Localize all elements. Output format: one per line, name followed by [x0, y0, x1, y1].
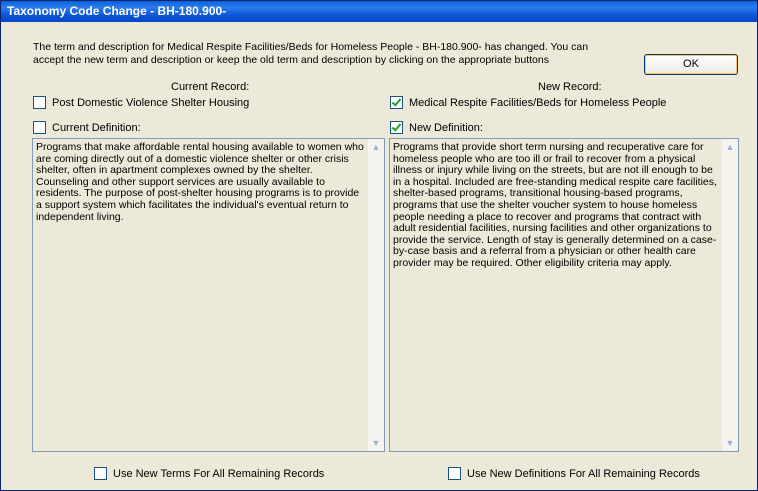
- new-definition-label: New Definition:: [409, 121, 483, 134]
- new-record-header: New Record:: [538, 81, 602, 93]
- window-title: Taxonomy Code Change - BH-180.900-: [7, 4, 227, 18]
- current-definition-checkbox-row[interactable]: Current Definition:: [33, 121, 141, 134]
- current-definition-text: Programs that make affordable rental hou…: [36, 141, 364, 223]
- new-definition-checkbox[interactable]: [390, 121, 403, 134]
- taxonomy-change-dialog: Taxonomy Code Change - BH-180.900- The t…: [0, 0, 758, 491]
- use-new-terms-label: Use New Terms For All Remaining Records: [113, 467, 325, 480]
- current-definition-scrollbar[interactable]: ▲ ▼: [368, 139, 384, 451]
- new-definition-scrollbar[interactable]: ▲ ▼: [722, 139, 738, 451]
- use-new-definitions-label: Use New Definitions For All Remaining Re…: [467, 467, 700, 480]
- current-term-checkbox[interactable]: [33, 96, 46, 109]
- scroll-up-icon[interactable]: ▲: [369, 140, 383, 154]
- new-term-checkbox[interactable]: [390, 96, 403, 109]
- current-definition-label: Current Definition:: [52, 121, 141, 134]
- new-definition-textbox[interactable]: Programs that provide short term nursing…: [389, 138, 739, 452]
- current-term-label: Post Domestic Violence Shelter Housing: [52, 96, 250, 109]
- change-message: The term and description for Medical Res…: [33, 41, 589, 66]
- scroll-down-icon[interactable]: ▼: [723, 436, 737, 450]
- new-definition-text: Programs that provide short term nursing…: [393, 141, 717, 269]
- scroll-down-icon[interactable]: ▼: [369, 436, 383, 450]
- current-term-checkbox-row[interactable]: Post Domestic Violence Shelter Housing: [33, 96, 249, 109]
- use-new-definitions-row[interactable]: Use New Definitions For All Remaining Re…: [448, 467, 700, 480]
- use-new-definitions-checkbox[interactable]: [448, 467, 461, 480]
- title-bar[interactable]: Taxonomy Code Change - BH-180.900-: [1, 1, 757, 22]
- new-term-label: Medical Respite Facilities/Beds for Home…: [409, 96, 667, 109]
- ok-button[interactable]: OK: [644, 54, 738, 75]
- scroll-up-icon[interactable]: ▲: [723, 140, 737, 154]
- use-new-terms-checkbox[interactable]: [94, 467, 107, 480]
- current-definition-textbox[interactable]: Programs that make affordable rental hou…: [32, 138, 385, 452]
- use-new-terms-row[interactable]: Use New Terms For All Remaining Records: [94, 467, 324, 480]
- new-term-checkbox-row[interactable]: Medical Respite Facilities/Beds for Home…: [390, 96, 666, 109]
- new-definition-checkbox-row[interactable]: New Definition:: [390, 121, 483, 134]
- current-record-header: Current Record:: [171, 81, 250, 93]
- current-definition-checkbox[interactable]: [33, 121, 46, 134]
